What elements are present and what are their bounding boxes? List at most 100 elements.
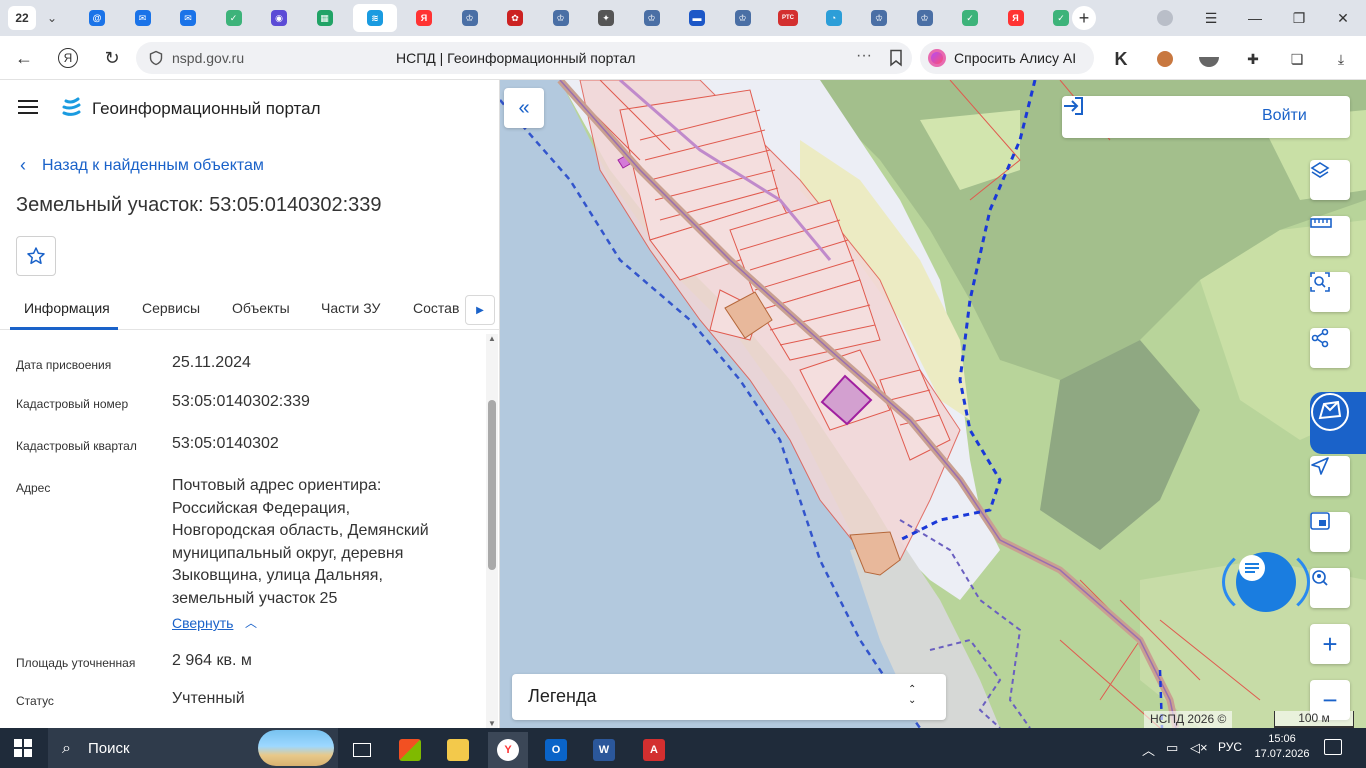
tab-information[interactable]: Информация bbox=[24, 300, 110, 316]
scroll-thumb[interactable] bbox=[488, 400, 496, 570]
browser-tab[interactable]: ♔ bbox=[544, 4, 578, 32]
profile-icon[interactable] bbox=[1150, 6, 1180, 30]
store-icon[interactable] bbox=[390, 732, 430, 768]
select-area-button[interactable] bbox=[1310, 272, 1350, 312]
map-canvas[interactable] bbox=[500, 80, 1366, 728]
table-icon: ▦ bbox=[316, 10, 333, 26]
tab-list-chevron-icon[interactable]: ⌄ bbox=[42, 8, 62, 28]
outlook-icon[interactable]: O bbox=[536, 732, 576, 768]
tab-count-button[interactable]: 22 bbox=[8, 6, 36, 30]
chat-button[interactable] bbox=[1236, 552, 1296, 612]
panel-scrollbar[interactable]: ▲ ▼ bbox=[486, 334, 498, 728]
ask-alice-button[interactable]: Спросить Алису AI bbox=[920, 42, 1094, 74]
browser-tab[interactable]: ♔ bbox=[862, 4, 896, 32]
login-button[interactable]: Войти bbox=[1062, 96, 1350, 138]
address-bar[interactable]: nspd.gov.ru НСПД | Геоинформационный пор… bbox=[136, 42, 912, 74]
back-arrow-icon[interactable]: ← bbox=[12, 46, 36, 70]
address-line: Почтовый адрес ориентира: bbox=[172, 477, 382, 494]
search-location-button[interactable] bbox=[1310, 568, 1350, 608]
browser-tab[interactable]: ✦ bbox=[589, 4, 623, 32]
browser-tab[interactable]: РТС bbox=[771, 4, 805, 32]
collections-icon[interactable]: ❏ bbox=[1286, 48, 1308, 70]
geolocation-button[interactable] bbox=[1310, 456, 1350, 496]
back-to-results-link[interactable]: ‹ Назад к найденным объектам bbox=[20, 155, 264, 176]
field-value: 2 964 кв. м bbox=[172, 652, 252, 669]
browser-tab[interactable]: ▦ bbox=[308, 4, 342, 32]
browser-tab[interactable]: ♔ bbox=[908, 4, 942, 32]
restore-button[interactable]: ❐ bbox=[1284, 6, 1314, 30]
more-dots-icon[interactable]: ··· bbox=[856, 47, 872, 65]
minimize-button[interactable]: — bbox=[1240, 6, 1270, 30]
browser-tab[interactable]: Я bbox=[999, 4, 1033, 32]
chevron-up-icon[interactable]: ︿ bbox=[245, 614, 257, 631]
menu-icon[interactable]: ☰ bbox=[1196, 6, 1226, 30]
downloads-icon[interactable]: ⤓ bbox=[1330, 48, 1352, 70]
tab-parts[interactable]: Части ЗУ bbox=[321, 300, 380, 316]
extension-hat-icon[interactable] bbox=[1198, 48, 1220, 70]
page-title-in-bar: НСПД | Геоинформационный портал bbox=[396, 50, 636, 66]
mail-icon: ✉ bbox=[180, 10, 196, 26]
browser-tab[interactable]: ✉ bbox=[126, 4, 160, 32]
tab-composition[interactable]: Состав bbox=[413, 300, 459, 316]
browser-tab[interactable]: ≋ bbox=[353, 4, 397, 32]
share-button[interactable] bbox=[1310, 328, 1350, 368]
browser-tab[interactable]: ✉ bbox=[171, 4, 205, 32]
system-clock[interactable]: 15:06 17.07.2026 bbox=[1254, 732, 1310, 762]
browser-tab[interactable]: ✿ bbox=[498, 4, 532, 32]
file-explorer-icon[interactable] bbox=[438, 732, 478, 768]
field-value[interactable]: 53:05:0140302:339 bbox=[172, 391, 310, 414]
yandex-home-icon[interactable]: Я bbox=[56, 46, 80, 70]
zoom-in-button[interactable]: + bbox=[1310, 624, 1350, 664]
add-to-favorites-button[interactable] bbox=[16, 236, 56, 276]
close-window-button[interactable]: ✕ bbox=[1328, 6, 1358, 30]
reload-icon[interactable]: ↻ bbox=[100, 46, 124, 70]
scroll-up-arrow-icon[interactable]: ▲ bbox=[488, 334, 496, 343]
taskbar-search-box[interactable]: ⌕ Поиск bbox=[48, 728, 338, 768]
network-icon[interactable]: ▭ bbox=[1166, 740, 1178, 756]
measure-button[interactable] bbox=[1310, 216, 1350, 256]
tabs-next-button[interactable]: ▶ bbox=[465, 295, 495, 325]
browser-tab[interactable]: ♔ bbox=[635, 4, 669, 32]
tab-objects[interactable]: Объекты bbox=[232, 300, 290, 316]
bookmark-icon[interactable] bbox=[888, 49, 904, 67]
taskbar-search-placeholder: Поиск bbox=[88, 740, 130, 757]
word-icon[interactable]: W bbox=[584, 732, 624, 768]
browser-tab[interactable]: ♔ bbox=[726, 4, 760, 32]
extensions-puzzle-icon[interactable]: ✚ bbox=[1242, 48, 1264, 70]
notifications-icon[interactable] bbox=[1324, 739, 1342, 755]
scroll-down-arrow-icon[interactable]: ▼ bbox=[488, 719, 496, 728]
tatarstan-emblem-icon: ✿ bbox=[507, 10, 523, 26]
search-highlight-image[interactable] bbox=[258, 730, 334, 766]
minimap-button[interactable] bbox=[1310, 512, 1350, 552]
browser-tab[interactable]: @ bbox=[80, 4, 114, 32]
show-hidden-icons-chevron-icon[interactable]: ︿ bbox=[1142, 740, 1155, 759]
extension-mascot-icon[interactable] bbox=[1154, 48, 1176, 70]
collapse-panel-button[interactable]: « bbox=[504, 88, 544, 128]
extension-k-icon[interactable]: K bbox=[1110, 48, 1132, 70]
map-view[interactable]: « Войти + − Легенда ⌃ ⌄ НСПД 2026 © 100 … bbox=[500, 80, 1366, 728]
hamburger-menu-icon[interactable] bbox=[18, 100, 38, 114]
layers-button[interactable] bbox=[1310, 160, 1350, 200]
new-tab-button[interactable]: + bbox=[1072, 6, 1096, 30]
volume-muted-icon[interactable]: ◁× bbox=[1190, 740, 1208, 756]
field-value[interactable]: 53:05:0140302 bbox=[172, 433, 279, 456]
gosuslugi-badge[interactable] bbox=[1310, 392, 1366, 454]
field-label: Статус bbox=[16, 694, 54, 708]
tab-services[interactable]: Сервисы bbox=[142, 300, 200, 316]
site-info-icon[interactable] bbox=[148, 50, 164, 66]
yandex-browser-icon[interactable]: Y bbox=[488, 732, 528, 768]
browser-tab[interactable]: ✓ bbox=[953, 4, 987, 32]
browser-tab[interactable]: ▬ bbox=[680, 4, 714, 32]
task-view-icon[interactable] bbox=[342, 732, 382, 768]
windows-start-icon[interactable] bbox=[14, 739, 32, 757]
collapse-address-link[interactable]: Свернуть bbox=[172, 615, 233, 631]
browser-tab[interactable]: ◉ bbox=[262, 4, 296, 32]
browser-tab[interactable]: ◔ bbox=[817, 4, 851, 32]
expand-collapse-icon[interactable]: ⌃ ⌄ bbox=[908, 684, 916, 706]
pdf-reader-icon[interactable]: A bbox=[634, 732, 674, 768]
browser-tab[interactable]: Я bbox=[407, 4, 441, 32]
browser-tab[interactable]: ♔ bbox=[453, 4, 487, 32]
legend-panel[interactable]: Легенда ⌃ ⌄ bbox=[512, 674, 946, 720]
language-indicator[interactable]: РУС bbox=[1218, 740, 1242, 754]
browser-tab[interactable]: ✓ bbox=[217, 4, 251, 32]
